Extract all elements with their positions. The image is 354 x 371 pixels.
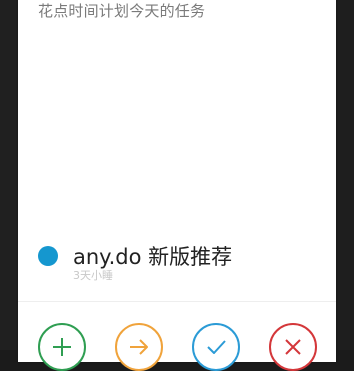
later-button[interactable]	[115, 323, 163, 371]
plus-icon	[53, 338, 71, 356]
plan-day-card: 花点时间计划今天的任务 any.do 新版推荐 3天小睡	[18, 0, 336, 371]
check-icon	[207, 340, 226, 354]
divider	[18, 301, 336, 302]
card-subtitle: 花点时间计划今天的任务	[38, 2, 206, 20]
dismiss-button[interactable]	[269, 323, 317, 371]
task-item[interactable]: any.do 新版推荐 3天小睡	[38, 240, 318, 284]
backdrop-left	[0, 0, 18, 350]
close-icon	[285, 339, 301, 355]
add-button[interactable]	[38, 323, 86, 371]
arrow-right-icon	[130, 339, 148, 355]
done-button[interactable]	[192, 323, 240, 371]
task-color-dot	[38, 246, 58, 266]
backdrop-right	[336, 0, 354, 350]
task-snooze-label: 3天小睡	[73, 269, 113, 282]
